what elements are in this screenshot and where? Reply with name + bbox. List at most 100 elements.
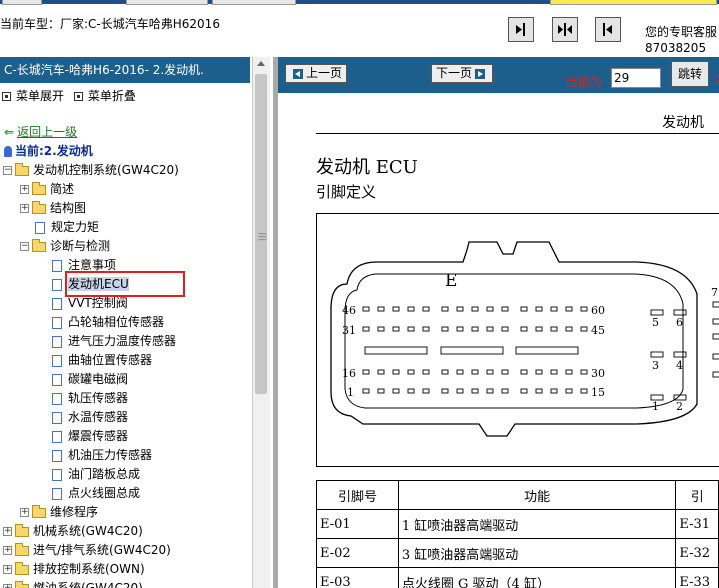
connector-pin: [441, 369, 449, 375]
tree-item-label[interactable]: 水温传感器: [68, 410, 128, 424]
left-scrollbar[interactable]: — — —: [252, 57, 270, 588]
grip-icon: — — —: [258, 229, 267, 245]
tree-folder-item[interactable]: − 发动机控制系统(GW4C20): [3, 161, 179, 180]
tree-doc-item[interactable]: 规定力矩: [20, 218, 99, 237]
tree-folder-item[interactable]: + 简述: [20, 180, 74, 199]
nav-split-button[interactable]: [552, 17, 578, 42]
collapse-icon: [73, 92, 83, 101]
connector-pin: [392, 326, 400, 332]
tree-folder-item[interactable]: − 诊断与检测: [20, 237, 110, 256]
top-tab[interactable]: [212, 0, 296, 5]
tree-doc-item[interactable]: 点火线圈总成: [37, 484, 140, 503]
expand-toggle-icon[interactable]: +: [3, 527, 12, 536]
prev-page-button[interactable]: 上一页: [285, 64, 348, 83]
table-cell: E-01: [316, 509, 399, 539]
menu-collapse-link[interactable]: 菜单折叠: [88, 89, 136, 103]
expand-icon: [2, 92, 11, 101]
expand-toggle-icon[interactable]: +: [20, 204, 29, 213]
tree-item-label[interactable]: 点火线圈总成: [68, 486, 140, 500]
pin-label-1: 1: [347, 386, 354, 399]
connector-pin: [501, 326, 509, 332]
tree-doc-item[interactable]: 曲轴位置传感器: [37, 351, 152, 370]
tree-item-label[interactable]: 规定力矩: [51, 220, 99, 234]
collapse-toggle-icon[interactable]: −: [20, 242, 29, 251]
document-icon: [52, 411, 62, 424]
current-node: 当前:2.发动机: [4, 142, 93, 159]
tree-item-label[interactable]: VVT控制阀: [68, 296, 128, 310]
connector-pin: [377, 369, 385, 375]
tree-doc-item[interactable]: 机油压力传感器: [37, 446, 152, 465]
tree-doc-item[interactable]: 进气压力温度传感器: [37, 332, 176, 351]
top-tab[interactable]: [2, 0, 42, 5]
tree-folder-item[interactable]: + 排放控制系统(OWN): [3, 560, 145, 579]
expand-toggle-icon[interactable]: +: [3, 584, 12, 588]
nav-left-button[interactable]: [595, 17, 621, 42]
tree-folder-item[interactable]: + 结构图: [20, 199, 86, 218]
tree-item-label[interactable]: 曲轴位置传感器: [68, 353, 152, 367]
left-panel-title: C-长城汽车-哈弗H6-2016- 2.发动机.: [0, 57, 250, 83]
top-tab-highlight[interactable]: [550, 0, 717, 5]
jump-button[interactable]: 跳转: [671, 61, 709, 87]
tree-doc-item[interactable]: 爆震传感器: [37, 427, 128, 446]
top-tab[interactable]: [126, 0, 208, 5]
pin-label-45: 45: [591, 324, 605, 337]
tree-item-label[interactable]: 轨压传感器: [68, 391, 128, 405]
connector-pin-large: [650, 351, 664, 358]
menu-expand-link[interactable]: 菜单展开: [16, 89, 64, 103]
tree-item-label[interactable]: 维修程序: [50, 505, 98, 519]
tree-folder-item[interactable]: + 机械系统(GW4C20): [3, 522, 143, 541]
tree-item-label[interactable]: 油门踏板总成: [68, 467, 140, 481]
tree-item-label[interactable]: 进气压力温度传感器: [68, 334, 176, 348]
tree-item-label[interactable]: 排放控制系统(OWN): [33, 562, 145, 576]
tree-item-label[interactable]: 机油压力传感器: [68, 448, 152, 462]
connector-pin: [441, 306, 449, 312]
nav-right-button[interactable]: [508, 17, 534, 42]
next-page-button[interactable]: 下一页: [431, 64, 494, 83]
document-icon: [52, 316, 62, 329]
service-info: 您的专职客服 87038205: [645, 24, 717, 56]
connector-pin-large: [712, 333, 719, 340]
tree-item-label[interactable]: 注意事项: [68, 258, 116, 272]
tree-item-label[interactable]: 诊断与检测: [50, 239, 110, 253]
tree-item-label[interactable]: 发动机控制系统(GW4C20): [33, 163, 179, 177]
connector-pin: [407, 369, 415, 375]
back-link[interactable]: ⇐ 返回上一级: [4, 123, 77, 140]
connector-pin-large: [673, 309, 687, 316]
service-phone: 87038205: [645, 41, 707, 55]
tree-doc-item[interactable]: 轨压传感器: [37, 389, 128, 408]
document-icon: [52, 278, 62, 291]
triangle-left-icon: [293, 68, 303, 79]
tree-doc-item[interactable]: 凸轮轴相位传感器: [37, 313, 164, 332]
collapse-toggle-icon[interactable]: −: [3, 166, 12, 175]
connector-pin: [535, 388, 543, 394]
tree-folder-item[interactable]: + 维修程序: [20, 503, 98, 522]
right-panel: 上一页 下一页 当前为 跳转 2 发动机 发动机 ECU 引脚定义 E 46 3…: [278, 57, 719, 588]
tree-item-label[interactable]: 进气/排气系统(GW4C20): [33, 543, 171, 557]
document-icon: [52, 468, 62, 481]
tree-folder-item[interactable]: + 燃油系统(GW4C20): [3, 579, 143, 588]
page-number-input[interactable]: [611, 68, 661, 88]
expand-toggle-icon[interactable]: +: [3, 565, 12, 574]
scroll-up-icon[interactable]: [257, 61, 265, 66]
tree-folder-item[interactable]: + 进气/排气系统(GW4C20): [3, 541, 171, 560]
tree-item-label[interactable]: 碳罐电磁阀: [68, 372, 128, 386]
tree-doc-item[interactable]: 油门踏板总成: [37, 465, 140, 484]
back-arrow-icon: ⇐: [4, 125, 15, 139]
tree-doc-item[interactable]: 碳罐电磁阀: [37, 370, 128, 389]
tree-item-label[interactable]: 机械系统(GW4C20): [33, 524, 143, 538]
connector-pin: [456, 388, 464, 394]
connector-pin: [362, 369, 370, 375]
tree-item-label[interactable]: 简述: [50, 182, 74, 196]
expand-toggle-icon[interactable]: +: [20, 185, 29, 194]
table-row: E-01 1 缸喷油器高端驱动 E-31: [316, 509, 719, 539]
expand-toggle-icon[interactable]: +: [20, 508, 29, 517]
tree-doc-item[interactable]: 水温传感器: [37, 408, 128, 427]
expand-toggle-icon[interactable]: +: [3, 546, 12, 555]
tree-item-label[interactable]: 燃油系统(GW4C20): [33, 581, 143, 588]
tree-item-label[interactable]: 爆震传感器: [68, 429, 128, 443]
tree-item-label[interactable]: 凸轮轴相位传感器: [68, 315, 164, 329]
connector-pin: [565, 326, 573, 332]
pin-label-60: 60: [591, 304, 605, 317]
back-link-label[interactable]: 返回上一级: [17, 125, 77, 139]
tree-item-label[interactable]: 结构图: [50, 201, 86, 215]
